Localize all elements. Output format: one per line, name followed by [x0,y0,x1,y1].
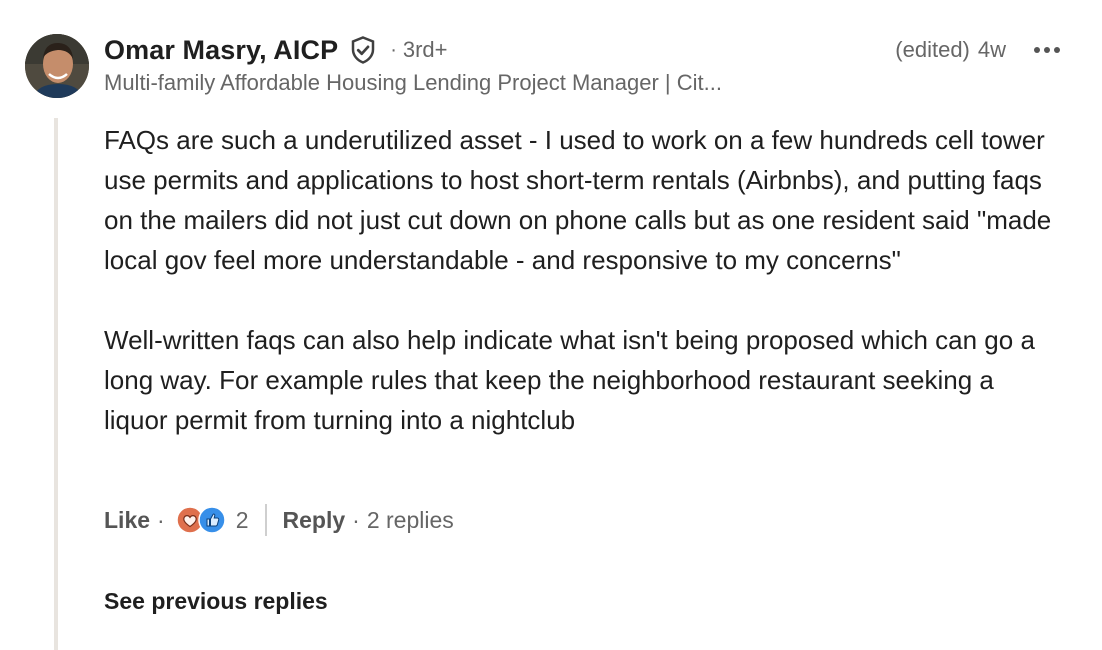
comment-header: Omar Masry, AICP · 3rd+ Multi-family Aff… [104,32,1062,96]
reaction-count: 2 [235,506,249,533]
avatar[interactable] [25,34,89,98]
timestamp: 4w [977,37,1006,62]
author-headline: Multi-family Affordable Housing Lending … [104,70,722,95]
like-button[interactable]: Like [104,507,150,534]
edited-label: (edited) [895,37,970,62]
thread-line [54,118,58,650]
reply-button[interactable]: Reply [283,507,346,534]
action-separator-2: · [352,506,360,533]
replies-count[interactable]: 2 replies [367,507,454,534]
see-previous-replies-button[interactable]: See previous replies [104,588,328,615]
action-separator: · [157,506,165,533]
comment-actions: Like · 2 Reply · 2 replies [104,500,454,540]
like-reaction-icon [197,506,226,534]
comment-body: FAQs are such a underutilized asset - I … [104,120,1064,440]
comment-meta: (edited) 4w [895,34,1062,66]
actions-divider [264,504,267,536]
comment: Omar Masry, AICP · 3rd+ Multi-family Aff… [0,0,1102,650]
connection-degree: 3rd+ [402,37,448,62]
meta-separator: · [390,38,397,61]
author-name[interactable]: Omar Masry, AICP [104,35,338,66]
verified-shield-icon [348,35,378,65]
comment-paragraph-2: Well-written faqs can also help indicate… [104,325,1035,435]
more-options-icon[interactable] [1032,35,1062,65]
comment-paragraph-1: FAQs are such a underutilized asset - I … [104,125,1052,275]
reactions-summary[interactable]: 2 [175,506,249,534]
